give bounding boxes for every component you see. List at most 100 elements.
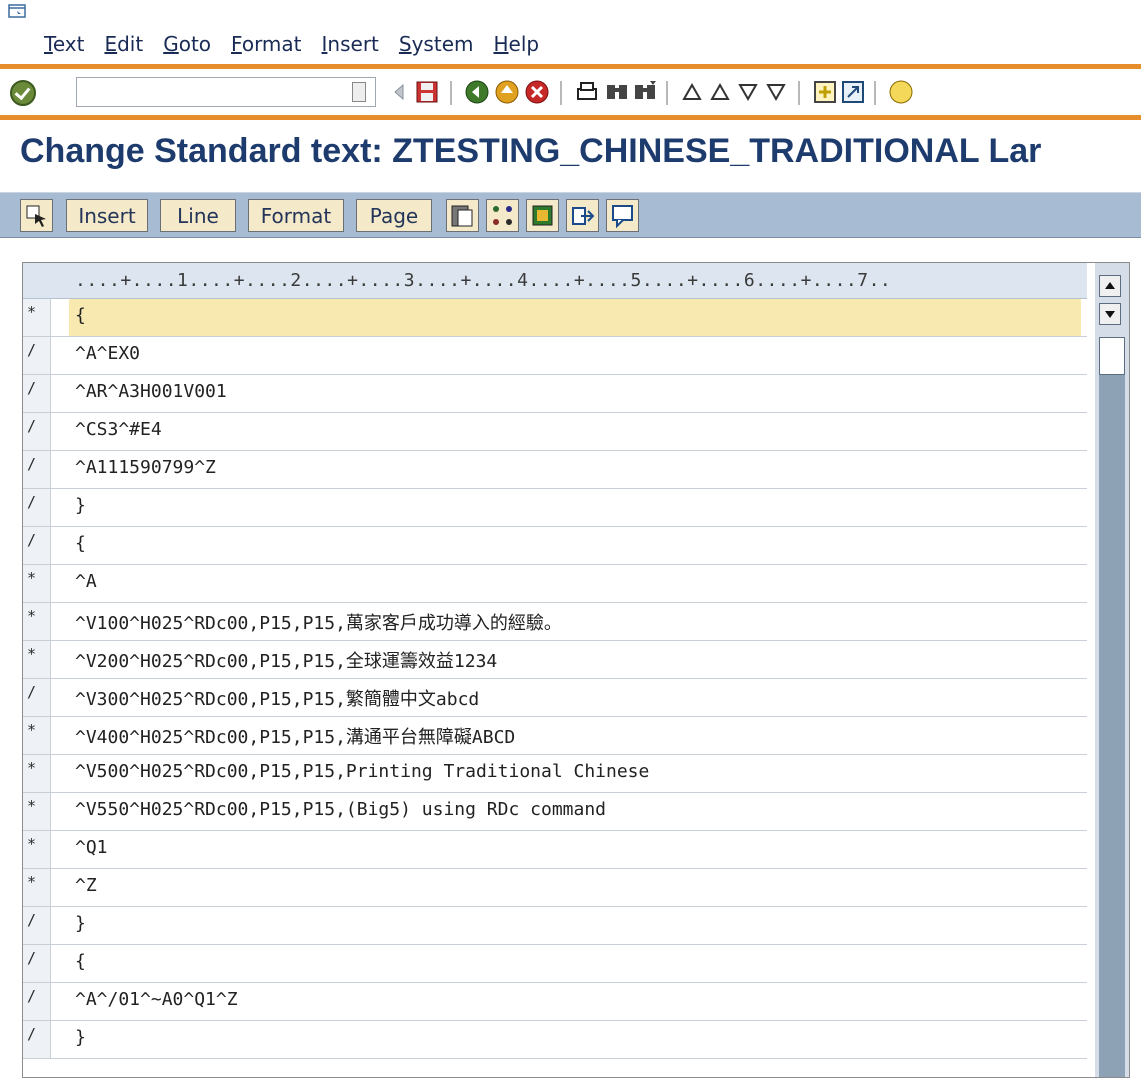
editor-line[interactable]: /} xyxy=(23,1021,1087,1059)
line-text[interactable]: ^A111590799^Z xyxy=(69,451,1081,488)
create-session-icon[interactable] xyxy=(812,79,838,105)
menu-goto[interactable]: Goto xyxy=(163,32,211,56)
editor-line[interactable]: / ^A111590799^Z xyxy=(23,451,1087,489)
enter-check-icon[interactable] xyxy=(10,80,36,106)
editor-line[interactable]: * ^Z xyxy=(23,869,1087,907)
format-key[interactable]: / xyxy=(23,679,51,716)
exit-icon[interactable] xyxy=(494,79,520,105)
back-icon[interactable] xyxy=(464,79,490,105)
save-icon[interactable] xyxy=(414,79,440,105)
scroll-thumb[interactable] xyxy=(1099,337,1125,375)
find-next-icon[interactable] xyxy=(632,79,658,105)
format-key[interactable]: * xyxy=(23,869,51,906)
editor-line[interactable]: /{ xyxy=(23,527,1087,565)
select-icon[interactable] xyxy=(20,199,53,232)
editor-line[interactable]: * ^A xyxy=(23,565,1087,603)
editor-line[interactable]: /} xyxy=(23,489,1087,527)
format-key[interactable]: * xyxy=(23,299,51,336)
format-key[interactable]: / xyxy=(23,337,51,374)
line-text[interactable]: ^V400^H025^RDc00,P15,P15,溝通平台無障礙ABCD xyxy=(69,717,1081,754)
next-page-icon[interactable] xyxy=(736,79,762,105)
format-key[interactable]: * xyxy=(23,717,51,754)
window-menu-icon[interactable] xyxy=(8,4,26,18)
editor-line[interactable]: / ^V300^H025^RDc00,P15,P15,繁簡體中文abcd xyxy=(23,679,1087,717)
previous-page-icon[interactable] xyxy=(708,79,734,105)
line-text[interactable]: } xyxy=(69,489,1081,526)
editor-line[interactable]: /} xyxy=(23,907,1087,945)
menu-text[interactable]: Text xyxy=(44,32,84,56)
line-text[interactable]: { xyxy=(69,527,1081,564)
line-text[interactable]: ^Z xyxy=(69,869,1081,906)
graphics-icon[interactable] xyxy=(526,199,559,232)
vertical-scrollbar[interactable] xyxy=(1095,263,1129,1077)
format-key[interactable]: / xyxy=(23,945,51,982)
line-button[interactable]: Line xyxy=(160,199,236,232)
line-text[interactable]: { xyxy=(69,945,1081,982)
line-text[interactable]: ^V550^H025^RDc00,P15,P15,(Big5) using RD… xyxy=(69,793,1081,830)
format-key[interactable]: / xyxy=(23,489,51,526)
format-key[interactable]: / xyxy=(23,451,51,488)
editor-line[interactable]: * ^V400^H025^RDc00,P15,P15,溝通平台無障礙ABCD xyxy=(23,717,1087,755)
line-text[interactable]: ^Q1 xyxy=(69,831,1081,868)
editor-line[interactable]: /{ xyxy=(23,945,1087,983)
scroll-up-icon[interactable] xyxy=(1099,275,1121,297)
format-key[interactable]: * xyxy=(23,641,51,678)
command-field[interactable] xyxy=(76,77,376,107)
editor-line[interactable]: / ^AR^A3H001V001 xyxy=(23,375,1087,413)
line-text[interactable]: } xyxy=(69,907,1081,944)
format-key[interactable]: / xyxy=(23,527,51,564)
editor-line[interactable]: / ^A^/01^~A0^Q1^Z xyxy=(23,983,1087,1021)
previous-icon[interactable] xyxy=(386,79,412,105)
last-page-icon[interactable] xyxy=(764,79,790,105)
editor-line[interactable]: / ^A^EX0 xyxy=(23,337,1087,375)
format-key[interactable]: / xyxy=(23,907,51,944)
first-page-icon[interactable] xyxy=(680,79,706,105)
line-text[interactable]: ^V500^H025^RDc00,P15,P15,Printing Tradit… xyxy=(69,755,1081,792)
editor-line[interactable]: * ^V200^H025^RDc00,P15,P15,全球運籌效益1234 xyxy=(23,641,1087,679)
menu-help[interactable]: Help xyxy=(493,32,539,56)
format-key[interactable]: * xyxy=(23,755,51,792)
find-icon[interactable] xyxy=(604,79,630,105)
format-key[interactable]: * xyxy=(23,793,51,830)
insert-button[interactable]: Insert xyxy=(66,199,148,232)
line-text[interactable]: ^V300^H025^RDc00,P15,P15,繁簡體中文abcd xyxy=(69,679,1081,716)
line-text[interactable]: { xyxy=(69,299,1081,336)
format-key[interactable]: * xyxy=(23,565,51,602)
cancel-icon[interactable] xyxy=(524,79,550,105)
menu-edit[interactable]: Edit xyxy=(104,32,143,56)
format-key[interactable]: * xyxy=(23,603,51,640)
line-text[interactable]: ^CS3^#E4 xyxy=(69,413,1081,450)
command-history-dropdown[interactable] xyxy=(352,82,366,102)
format-key[interactable]: / xyxy=(23,1021,51,1058)
format-button[interactable]: Format xyxy=(248,199,344,232)
format-key[interactable]: / xyxy=(23,375,51,412)
line-text[interactable]: ^A xyxy=(69,565,1081,602)
editor-line[interactable]: / ^CS3^#E4 xyxy=(23,413,1087,451)
format-key[interactable]: / xyxy=(23,983,51,1020)
format-key[interactable]: / xyxy=(23,413,51,450)
editor-line[interactable]: * ^V550^H025^RDc00,P15,P15,(Big5) using R… xyxy=(23,793,1087,831)
format-key[interactable]: * xyxy=(23,831,51,868)
symbols-icon[interactable] xyxy=(486,199,519,232)
editor-line[interactable]: * ^V500^H025^RDc00,P15,P15,Printing Tradi… xyxy=(23,755,1087,793)
menu-insert[interactable]: Insert xyxy=(322,32,379,56)
editor-line[interactable]: * ^Q1 xyxy=(23,831,1087,869)
help-icon[interactable] xyxy=(888,79,914,105)
print-icon[interactable] xyxy=(574,79,600,105)
line-text[interactable]: ^A^EX0 xyxy=(69,337,1081,374)
line-text[interactable]: } xyxy=(69,1021,1081,1058)
line-text[interactable]: ^A^/01^~A0^Q1^Z xyxy=(69,983,1081,1020)
comment-icon[interactable] xyxy=(606,199,639,232)
line-text[interactable]: ^AR^A3H001V001 xyxy=(69,375,1081,412)
paste-icon[interactable] xyxy=(446,199,479,232)
export-icon[interactable] xyxy=(566,199,599,232)
editor-line[interactable]: *{ xyxy=(23,299,1087,337)
scroll-track[interactable] xyxy=(1099,375,1125,1077)
menu-format[interactable]: Format xyxy=(231,32,301,56)
scroll-down-icon[interactable] xyxy=(1099,303,1121,325)
menu-system[interactable]: System xyxy=(399,32,474,56)
line-text[interactable]: ^V100^H025^RDc00,P15,P15,萬家客戶成功導入的經驗。 xyxy=(69,603,1081,640)
editor-line[interactable]: * ^V100^H025^RDc00,P15,P15,萬家客戶成功導入的經驗。 xyxy=(23,603,1087,641)
line-text[interactable]: ^V200^H025^RDc00,P15,P15,全球運籌效益1234 xyxy=(69,641,1081,678)
page-button[interactable]: Page xyxy=(356,199,432,232)
